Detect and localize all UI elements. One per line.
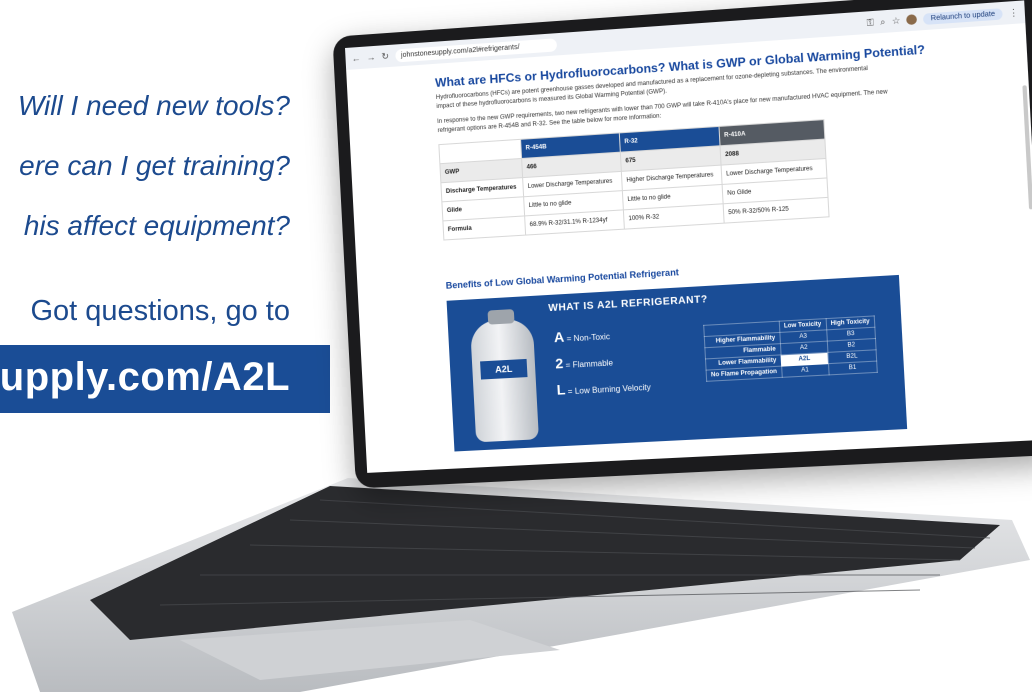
banner-title: WHAT IS A2L REFRIGERANT?: [548, 294, 709, 315]
definition-letter: 2: [554, 354, 564, 372]
refrigerant-table: R-454B R-32 R-410A GWP 466 675 2088 Disc…: [438, 119, 830, 240]
row-label: Formula: [442, 215, 526, 240]
key-icon[interactable]: ⚿: [866, 17, 874, 29]
definition-a: A = Non-Toxic: [553, 324, 648, 346]
tank-label: A2L: [480, 358, 528, 380]
safety-class-table: Low Toxicity High Toxicity Higher Flamma…: [703, 315, 878, 382]
star-icon[interactable]: ☆: [891, 15, 900, 27]
forward-icon[interactable]: →: [366, 52, 376, 63]
definition-2: 2 = Flammable: [554, 350, 650, 372]
back-icon[interactable]: ←: [351, 53, 360, 64]
class-cell: A1: [781, 363, 829, 378]
avatar[interactable]: [906, 14, 918, 26]
class-cell: B1: [828, 361, 878, 375]
browser-window: ← → ↻ johnstonesupply.com/a2l#refrigeran…: [345, 0, 1032, 473]
a2l-banner: WHAT IS A2L REFRIGERANT? A2L A = Non-Tox…: [446, 274, 908, 452]
refrigerant-tank-icon: A2L: [469, 309, 539, 443]
definition-text: = Flammable: [565, 358, 614, 370]
definition-letter: A: [553, 328, 565, 346]
benefits-heading: Benefits of Low Global Warming Potential…: [445, 267, 680, 291]
definition-text: = Low Burning Velocity: [567, 382, 651, 397]
relaunch-button[interactable]: Relaunch to update: [923, 7, 1003, 25]
tank-valve: [487, 309, 515, 325]
menu-icon[interactable]: ⋮: [1009, 7, 1019, 19]
definition-letter: L: [556, 381, 566, 398]
definition-text: = Non-Toxic: [566, 332, 611, 344]
laptop-screen: ← → ↻ johnstonesupply.com/a2l#refrigeran…: [332, 0, 1032, 489]
address-url: johnstonesupply.com/a2l#refrigerants/: [400, 43, 520, 59]
definition-l: L = Low Burning Velocity: [556, 377, 651, 398]
reload-icon[interactable]: ↻: [381, 50, 389, 62]
zoom-icon[interactable]: ⌕: [880, 16, 886, 28]
a2l-definitions: A = Non-Toxic 2 = Flammable L = Low Burn…: [553, 324, 651, 408]
page-content: What are HFCs or Hydrofluorocarbons? Wha…: [346, 23, 1032, 473]
